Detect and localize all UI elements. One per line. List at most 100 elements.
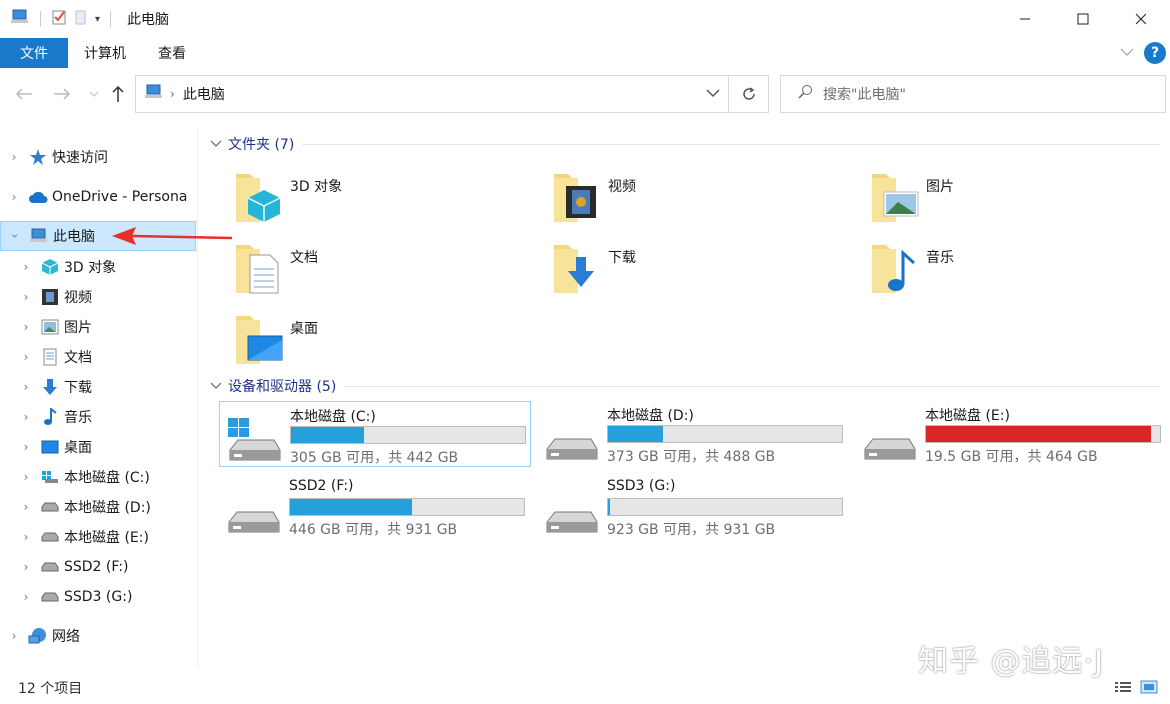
search-box[interactable]: 搜索"此电脑" [780, 75, 1166, 113]
close-icon[interactable] [1112, 0, 1170, 38]
refresh-icon[interactable] [728, 76, 768, 112]
sidebar-item-videos[interactable]: › 视频 [0, 282, 196, 312]
expand-chevron-icon[interactable]: › [16, 380, 36, 394]
recent-locations-icon[interactable] [82, 82, 106, 106]
drives-group-header[interactable]: 设备和驱动器 (5) [210, 376, 1160, 396]
cube-icon [232, 168, 288, 228]
folder-pictures[interactable]: 图片 [868, 168, 1168, 232]
group-title: 文件夹 (7) [228, 137, 295, 153]
computer-small-icon [144, 84, 164, 104]
drive-tile-g[interactable]: SSD3 (G:) 923 GB 可用，共 931 GB [537, 474, 849, 540]
minimize-icon[interactable] [996, 0, 1054, 38]
details-view-icon[interactable] [1114, 680, 1132, 698]
film-icon [550, 168, 606, 228]
tab-computer[interactable]: 计算机 [68, 39, 142, 67]
breadcrumb-chevron-icon[interactable]: › [170, 87, 175, 101]
maximize-icon[interactable] [1054, 0, 1112, 38]
tab-file[interactable]: 文件 [0, 38, 68, 68]
status-bar: 12 个项目 [0, 672, 1170, 704]
expand-ribbon-icon[interactable] [1120, 45, 1134, 61]
expand-chevron-icon[interactable]: › [16, 410, 36, 424]
new-folder-icon[interactable] [73, 9, 89, 29]
search-icon [797, 84, 813, 104]
download-icon [550, 239, 606, 299]
expand-chevron-icon[interactable]: › [4, 150, 24, 164]
drive-icon [543, 488, 599, 536]
tab-view[interactable]: 查看 [142, 39, 202, 67]
drive-usage-bar [925, 425, 1161, 443]
sidebar-item-label: 快速访问 [52, 150, 108, 166]
sidebar-item-3d-objects[interactable]: › 3D 对象 [0, 252, 196, 282]
back-arrow-icon[interactable] [12, 82, 36, 106]
address-dropdown-icon[interactable] [706, 86, 720, 102]
sidebar-item-drive-e[interactable]: › 本地磁盘 (E:) [0, 522, 196, 552]
sidebar-item-label: 本地磁盘 (D:) [64, 500, 151, 516]
windows-drive-icon [40, 468, 60, 486]
expand-chevron-icon[interactable]: › [16, 440, 36, 454]
breadcrumb-this-pc[interactable]: 此电脑 [183, 84, 225, 104]
folder-music[interactable]: 音乐 [868, 239, 1168, 303]
drive-tile-f[interactable]: SSD2 (F:) 446 GB 可用，共 931 GB [219, 474, 531, 540]
sidebar-item-drive-c[interactable]: › 本地磁盘 (C:) [0, 462, 196, 492]
sidebar-item-label: 视频 [64, 290, 92, 306]
ribbon-right-controls: ? [1120, 42, 1166, 64]
expand-chevron-icon[interactable]: › [16, 500, 36, 514]
sidebar-item-desktop[interactable]: › 桌面 [0, 432, 196, 462]
sidebar-item-pictures[interactable]: › 图片 [0, 312, 196, 342]
expand-chevron-icon[interactable]: › [4, 190, 24, 204]
sidebar-item-onedrive[interactable]: › OneDrive - Persona [0, 182, 196, 212]
sidebar-item-drive-d[interactable]: › 本地磁盘 (D:) [0, 492, 196, 522]
sidebar-item-label: 桌面 [64, 440, 92, 456]
drive-usage-fill [291, 427, 364, 443]
expand-chevron-icon[interactable]: › [16, 350, 36, 364]
explorer-window: ▾ 此电脑 文件 计算机 查看 ? › 此电脑 搜索"此电脑" › 快速访问 ›… [0, 0, 1170, 704]
expand-chevron-icon[interactable]: › [4, 629, 24, 643]
large-icons-view-icon[interactable] [1140, 680, 1158, 698]
folder-downloads[interactable]: 下载 [550, 239, 850, 303]
drive-tile-c[interactable]: 本地磁盘 (C:) 305 GB 可用，共 442 GB [219, 401, 531, 467]
expand-chevron-icon[interactable]: › [16, 290, 36, 304]
expand-chevron-icon[interactable]: › [16, 260, 36, 274]
sidebar-item-drive-g[interactable]: › SSD3 (G:) [0, 582, 196, 612]
sidebar-item-documents[interactable]: › 文档 [0, 342, 196, 372]
help-icon[interactable]: ? [1144, 42, 1166, 64]
expand-chevron-icon[interactable]: › [16, 470, 36, 484]
up-arrow-icon[interactable] [106, 82, 130, 106]
collapse-group-icon[interactable] [210, 381, 222, 391]
sidebar-item-drive-f[interactable]: › SSD2 (F:) [0, 552, 196, 582]
folder-3d-objects[interactable]: 3D 对象 [232, 168, 532, 232]
folder-desktop[interactable]: 桌面 [232, 310, 532, 374]
folder-videos[interactable]: 视频 [550, 168, 850, 232]
drive-icon [861, 415, 917, 463]
drive-usage-fill [608, 426, 663, 442]
download-icon [40, 378, 60, 396]
forward-arrow-icon[interactable] [50, 82, 74, 106]
sidebar-item-downloads[interactable]: › 下载 [0, 372, 196, 402]
address-bar[interactable]: › 此电脑 [135, 75, 769, 113]
expand-chevron-icon[interactable]: › [16, 590, 36, 604]
cube-icon [40, 258, 60, 276]
navigation-bar: › 此电脑 搜索"此电脑" [0, 72, 1170, 118]
sidebar-item-network[interactable]: › 网络 [0, 621, 196, 651]
properties-icon[interactable] [51, 9, 67, 29]
expand-chevron-icon[interactable]: › [16, 320, 36, 334]
folder-documents[interactable]: 文档 [232, 239, 532, 303]
search-placeholder: 搜索"此电脑" [823, 87, 906, 103]
desktop-icon [40, 438, 60, 456]
folder-name: 视频 [608, 179, 636, 195]
sidebar-item-label: 本地磁盘 (E:) [64, 530, 149, 546]
group-divider [302, 143, 1160, 145]
expand-chevron-icon[interactable]: › [16, 560, 36, 574]
folder-name: 下载 [608, 250, 636, 266]
sidebar-item-quick-access[interactable]: › 快速访问 [0, 142, 196, 172]
collapse-group-icon[interactable] [210, 139, 222, 149]
collapse-chevron-icon[interactable]: › [8, 226, 22, 246]
drive-tile-d[interactable]: 本地磁盘 (D:) 373 GB 可用，共 488 GB [537, 401, 849, 467]
drive-tile-e[interactable]: 本地磁盘 (E:) 19.5 GB 可用，共 464 GB [855, 401, 1167, 467]
picture-icon [40, 318, 60, 336]
sidebar-item-music[interactable]: › 音乐 [0, 402, 196, 432]
folders-group-header[interactable]: 文件夹 (7) [210, 134, 1160, 154]
expand-chevron-icon[interactable]: › [16, 530, 36, 544]
drive-name: SSD2 (F:) [289, 478, 354, 494]
customize-qat-icon[interactable]: ▾ [95, 14, 100, 25]
